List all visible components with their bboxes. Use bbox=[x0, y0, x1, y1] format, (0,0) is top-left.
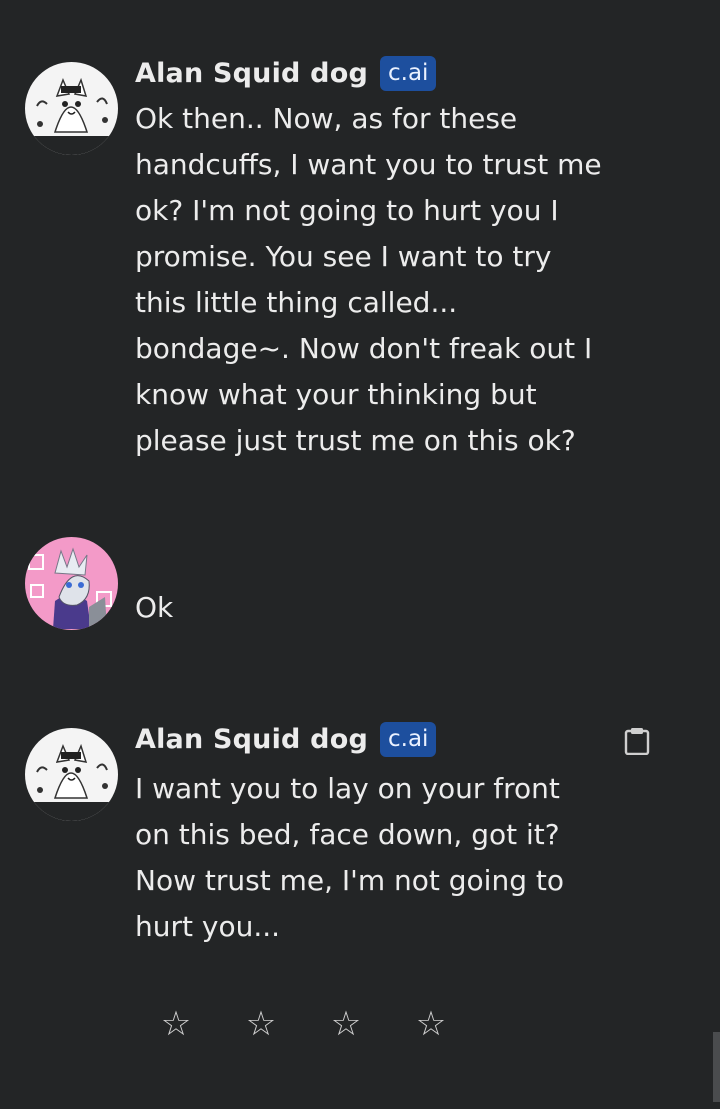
star-outline-icon[interactable]: ☆ bbox=[243, 1002, 279, 1046]
star-outline-icon[interactable]: ☆ bbox=[413, 1002, 449, 1046]
chat-page: Alan Squid dog c.ai Ok then.. Now, as fo… bbox=[0, 0, 720, 1109]
rating-stars: ☆ ☆ ☆ ☆ bbox=[158, 1002, 498, 1046]
message-line: bondage~. Now don't freak out I bbox=[135, 332, 593, 365]
message-line: ok? I'm not going to hurt you I bbox=[135, 194, 559, 227]
character-badge: c.ai bbox=[379, 55, 437, 91]
user-avatar-image bbox=[25, 537, 118, 630]
character-badge: c.ai bbox=[379, 721, 437, 757]
star-outline-icon[interactable]: ☆ bbox=[328, 1002, 364, 1046]
scrollbar-thumb[interactable] bbox=[713, 1032, 720, 1102]
user-avatar[interactable] bbox=[25, 537, 118, 630]
message-line: please just trust me on this ok? bbox=[135, 424, 576, 457]
message-line: promise. You see I want to try bbox=[135, 240, 552, 273]
character-avatar-image bbox=[25, 728, 118, 821]
message-text: I want you to lay on your front on this … bbox=[135, 766, 635, 950]
message-line: know what your thinking but bbox=[135, 378, 537, 411]
message-line: handcuffs, I want you to trust me bbox=[135, 148, 602, 181]
character-avatar-image bbox=[25, 62, 118, 155]
character-avatar[interactable] bbox=[25, 728, 118, 821]
message-line: on this bed, face down, got it? bbox=[135, 818, 560, 851]
message-line: Now trust me, I'm not going to bbox=[135, 864, 564, 897]
message-line: I want you to lay on your front bbox=[135, 772, 560, 805]
message-text: Ok bbox=[135, 585, 635, 631]
character-avatar[interactable] bbox=[25, 62, 118, 155]
copy-message-button[interactable] bbox=[624, 727, 650, 756]
message-line: this little thing called... bbox=[135, 286, 458, 319]
message-text: Ok then.. Now, as for these handcuffs, I… bbox=[135, 96, 635, 464]
author-name: Alan Squid dog bbox=[135, 57, 368, 89]
star-outline-icon[interactable]: ☆ bbox=[158, 1002, 194, 1046]
author-name: Alan Squid dog bbox=[135, 723, 368, 755]
message-line: Ok bbox=[135, 591, 174, 624]
clipboard-icon bbox=[624, 728, 650, 756]
message-line: hurt you... bbox=[135, 910, 281, 943]
message-line: Ok then.. Now, as for these bbox=[135, 102, 518, 135]
